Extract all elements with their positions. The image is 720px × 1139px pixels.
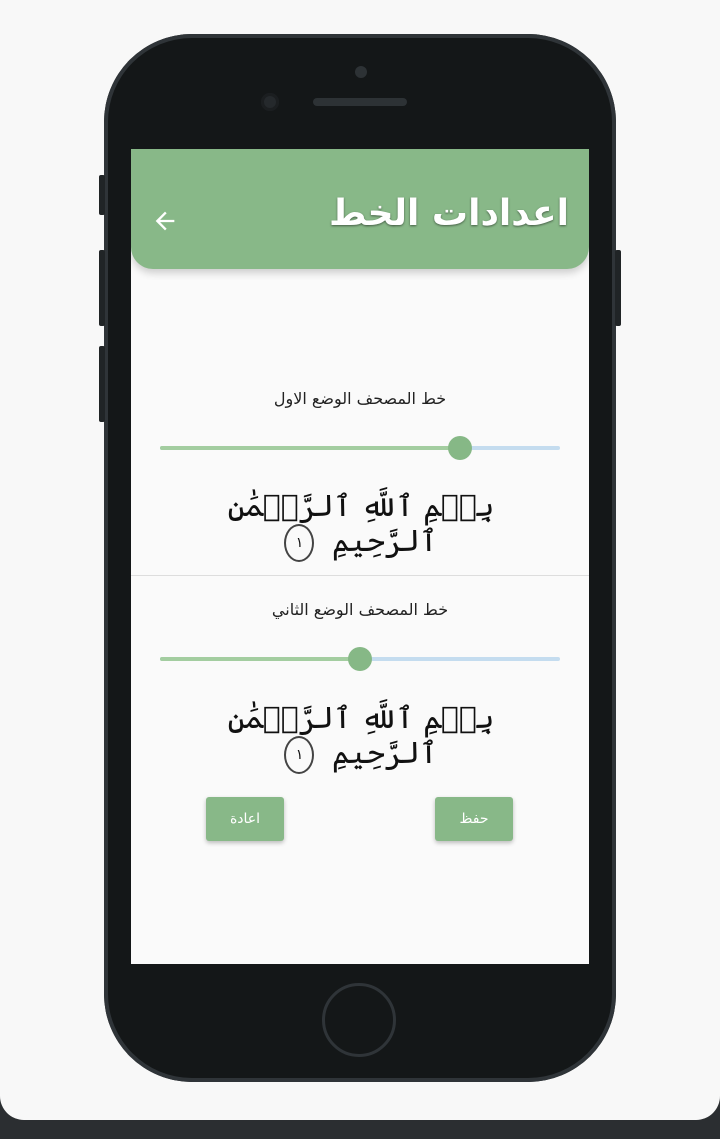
font-size-slider-2[interactable] [160,647,560,671]
sensor-icon [261,93,279,111]
app-screen: اعدادات الخط خط المصحف الوضع الاول بِسۡم… [131,149,589,964]
page-title: اعدادات الخط [329,193,569,234]
save-button[interactable]: حفظ [435,797,513,841]
arrow-left-icon[interactable] [151,207,179,235]
basmala-text: بِسۡمِ ٱللَّهِ ٱلرَّحۡمَٰنِ ٱلرَّحِيمِ [227,489,495,559]
camera-icon [355,66,367,78]
slider-active-track [160,657,360,661]
basmala-text: بِسۡمِ ٱللَّهِ ٱلرَّحۡمَٰنِ ٱلرَّحِيمِ [227,701,495,771]
reset-button[interactable]: اعادة [206,797,284,841]
mute-switch [99,175,105,215]
section-divider [131,575,589,576]
basmala-preview-1: بِسۡمِ ٱللَّهِ ٱلرَّحۡمَٰنِ ٱلرَّحِيمِ ١ [171,489,551,562]
volume-down-button [99,346,105,422]
ayah-end-icon: ١ [284,736,315,774]
slider-thumb[interactable] [448,436,472,460]
font-setting-label-1: خط المصحف الوضع الاول [273,389,447,408]
font-size-slider-1[interactable] [160,436,560,460]
slider-active-track [160,446,460,450]
slider-thumb[interactable] [348,647,372,671]
volume-up-button [99,250,105,326]
app-bar: اعدادات الخط [131,149,589,269]
earpiece-speaker [313,98,407,106]
basmala-preview-2: بِسۡمِ ٱللَّهِ ٱلرَّحۡمَٰنِ ٱلرَّحِيمِ ١ [171,701,551,774]
home-button[interactable] [322,983,396,1057]
power-button [615,250,621,326]
ayah-end-icon: ١ [284,524,315,562]
font-setting-label-2: خط المصحف الوضع الثاني [271,600,449,619]
